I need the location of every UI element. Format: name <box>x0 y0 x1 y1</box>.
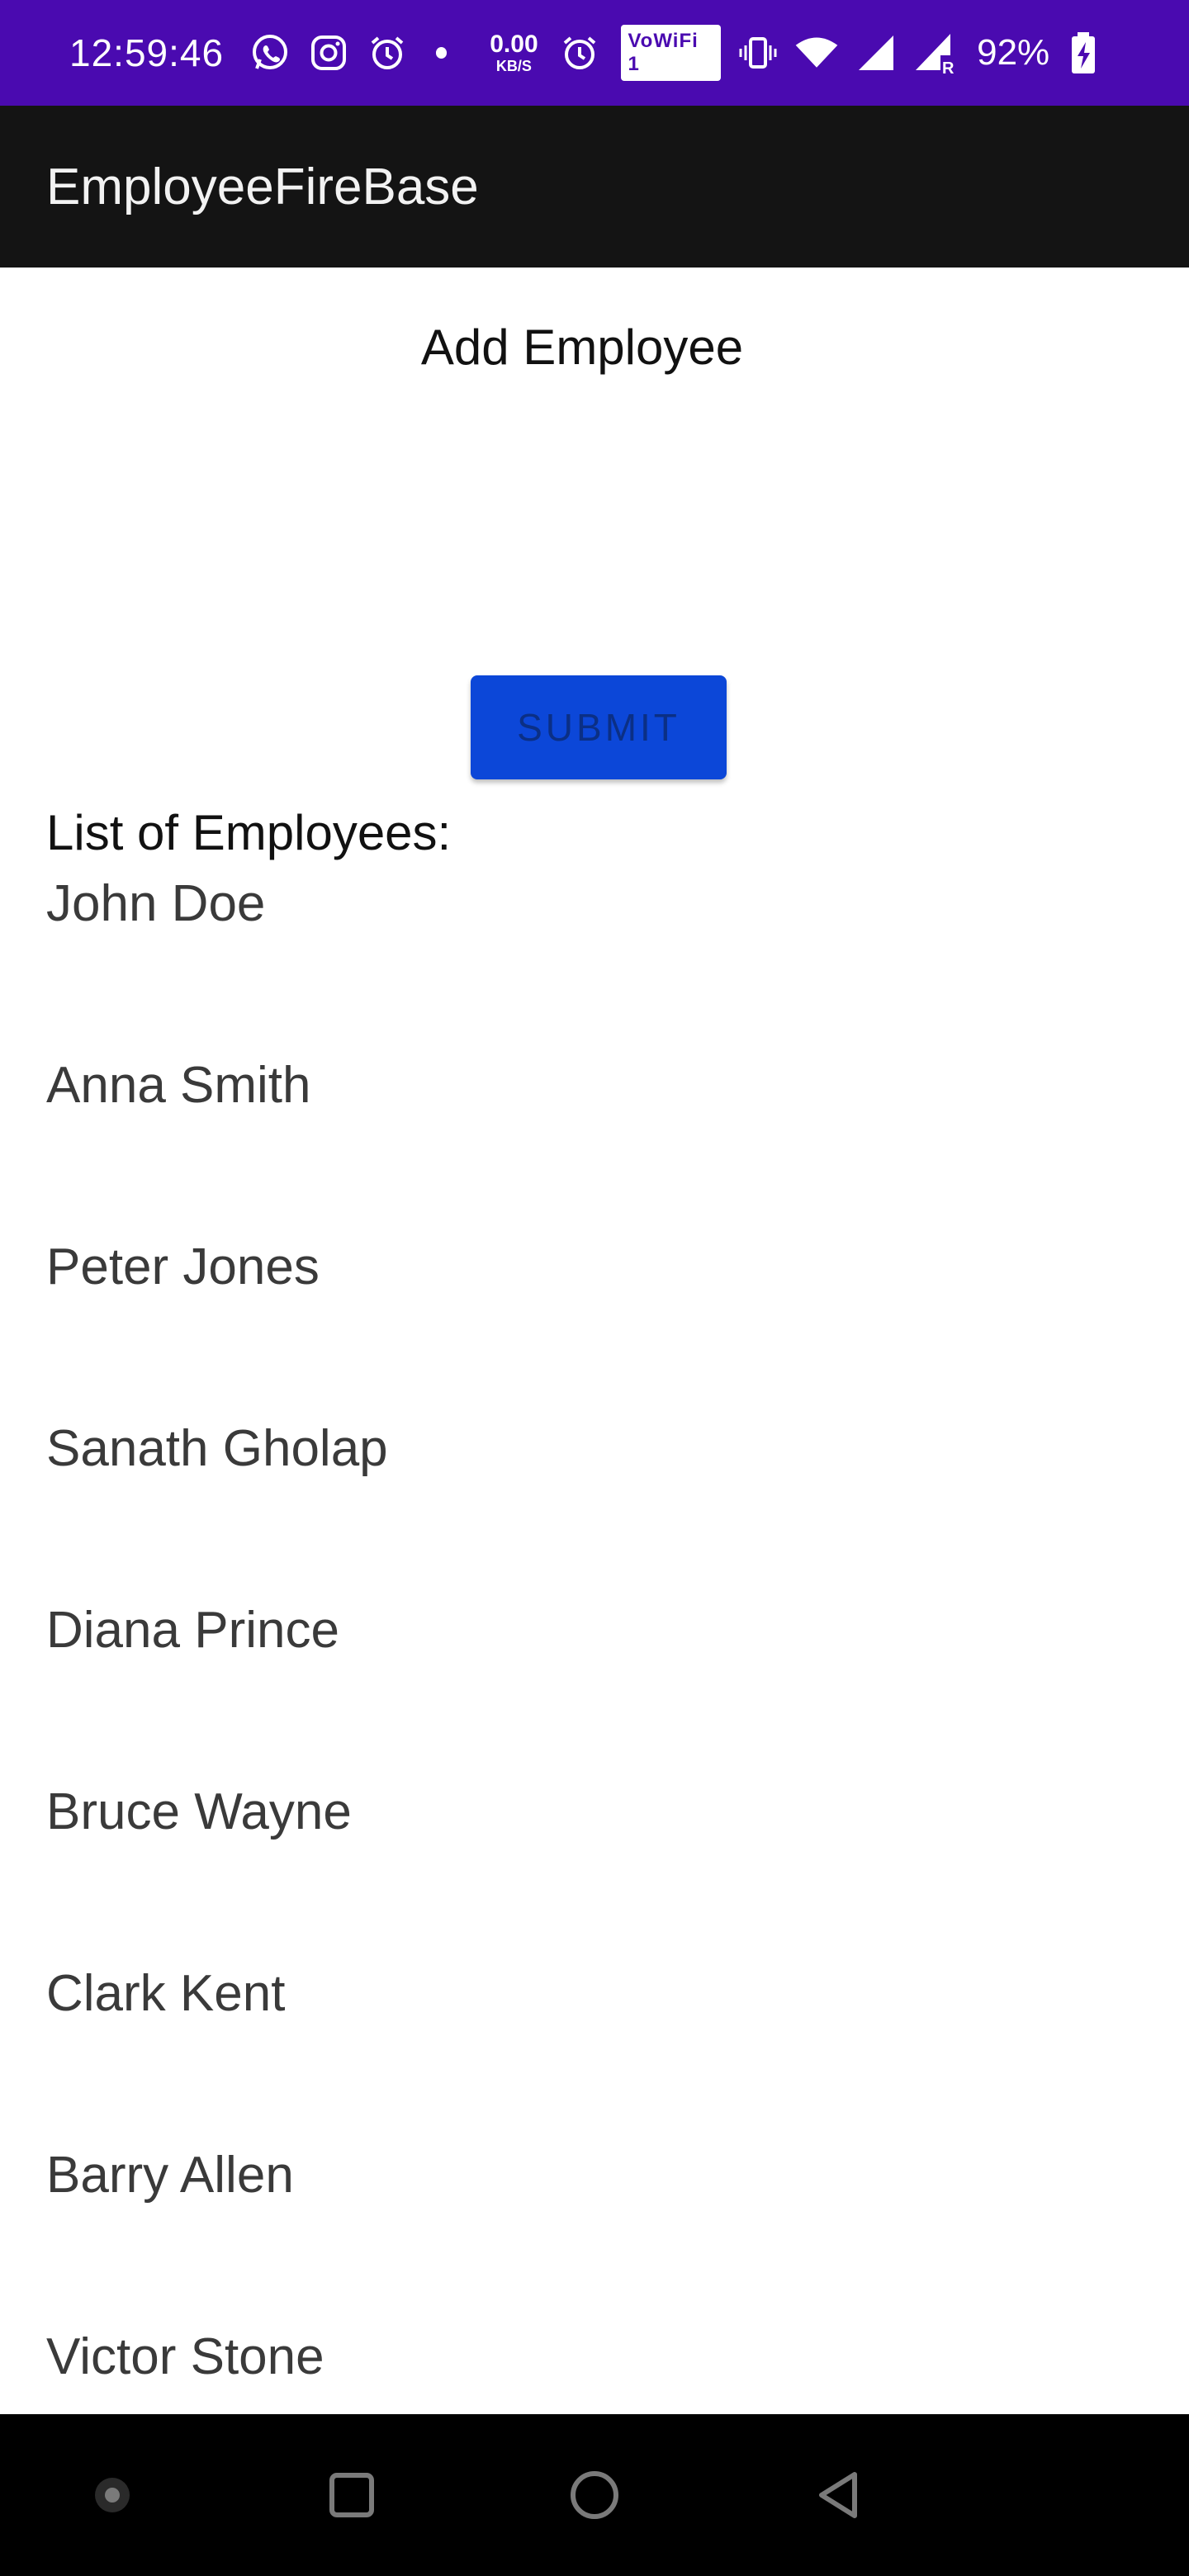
employee-item: Clark Kent <box>46 1965 286 2022</box>
vibrate-icon <box>736 31 779 75</box>
signal-roaming-icon: R <box>912 31 957 75</box>
add-employee-heading: Add Employee <box>420 320 744 375</box>
employee-list: John Doe Anna Smith Peter Jones Sanath G… <box>46 875 388 2510</box>
status-time: 12:59:46 <box>69 31 225 74</box>
alarm-icon <box>366 31 410 75</box>
employee-list-heading: List of Employees: <box>46 805 452 860</box>
employee-item: Peter Jones <box>46 1238 320 1295</box>
back-triangle-icon[interactable] <box>798 2454 880 2536</box>
battery-percent: 92% <box>977 32 1050 73</box>
navigation-bar <box>0 2414 1189 2576</box>
network-speed-unit: KB/S <box>495 58 532 74</box>
alarm-icon <box>558 31 602 75</box>
notification-dot <box>435 47 448 59</box>
network-speed-value: 0.00 <box>490 31 538 58</box>
screen: 12:59:46 0.00 KB/S VoWiFi 1 R 92% Employ… <box>0 0 1189 2576</box>
employee-item: Diana Prince <box>46 1602 339 1659</box>
network-speed: 0.00 KB/S <box>490 31 538 74</box>
vowifi-badge: VoWiFi 1 <box>621 25 722 81</box>
employee-item: Barry Allen <box>46 2147 294 2204</box>
submit-button[interactable]: SUBMIT <box>471 675 727 779</box>
app-bar: EmployeeFireBase <box>0 106 1189 268</box>
menu-dot-icon[interactable] <box>71 2454 154 2536</box>
wifi-icon <box>794 31 839 75</box>
battery-charging-icon <box>1061 31 1105 75</box>
app-title: EmployeeFireBase <box>46 158 479 215</box>
employee-item: John Doe <box>46 875 266 932</box>
recents-square-icon[interactable] <box>310 2454 393 2536</box>
svg-text:R: R <box>942 59 955 75</box>
employee-item: Anna Smith <box>46 1057 311 1114</box>
employee-item: Sanath Gholap <box>46 1420 388 1477</box>
instagram-icon <box>307 31 351 75</box>
home-circle-icon[interactable] <box>553 2454 636 2536</box>
whatsapp-icon <box>249 31 292 75</box>
signal-icon <box>854 31 898 75</box>
status-bar: 12:59:46 0.00 KB/S VoWiFi 1 R 92% <box>0 0 1189 106</box>
employee-item: Bruce Wayne <box>46 1783 352 1840</box>
